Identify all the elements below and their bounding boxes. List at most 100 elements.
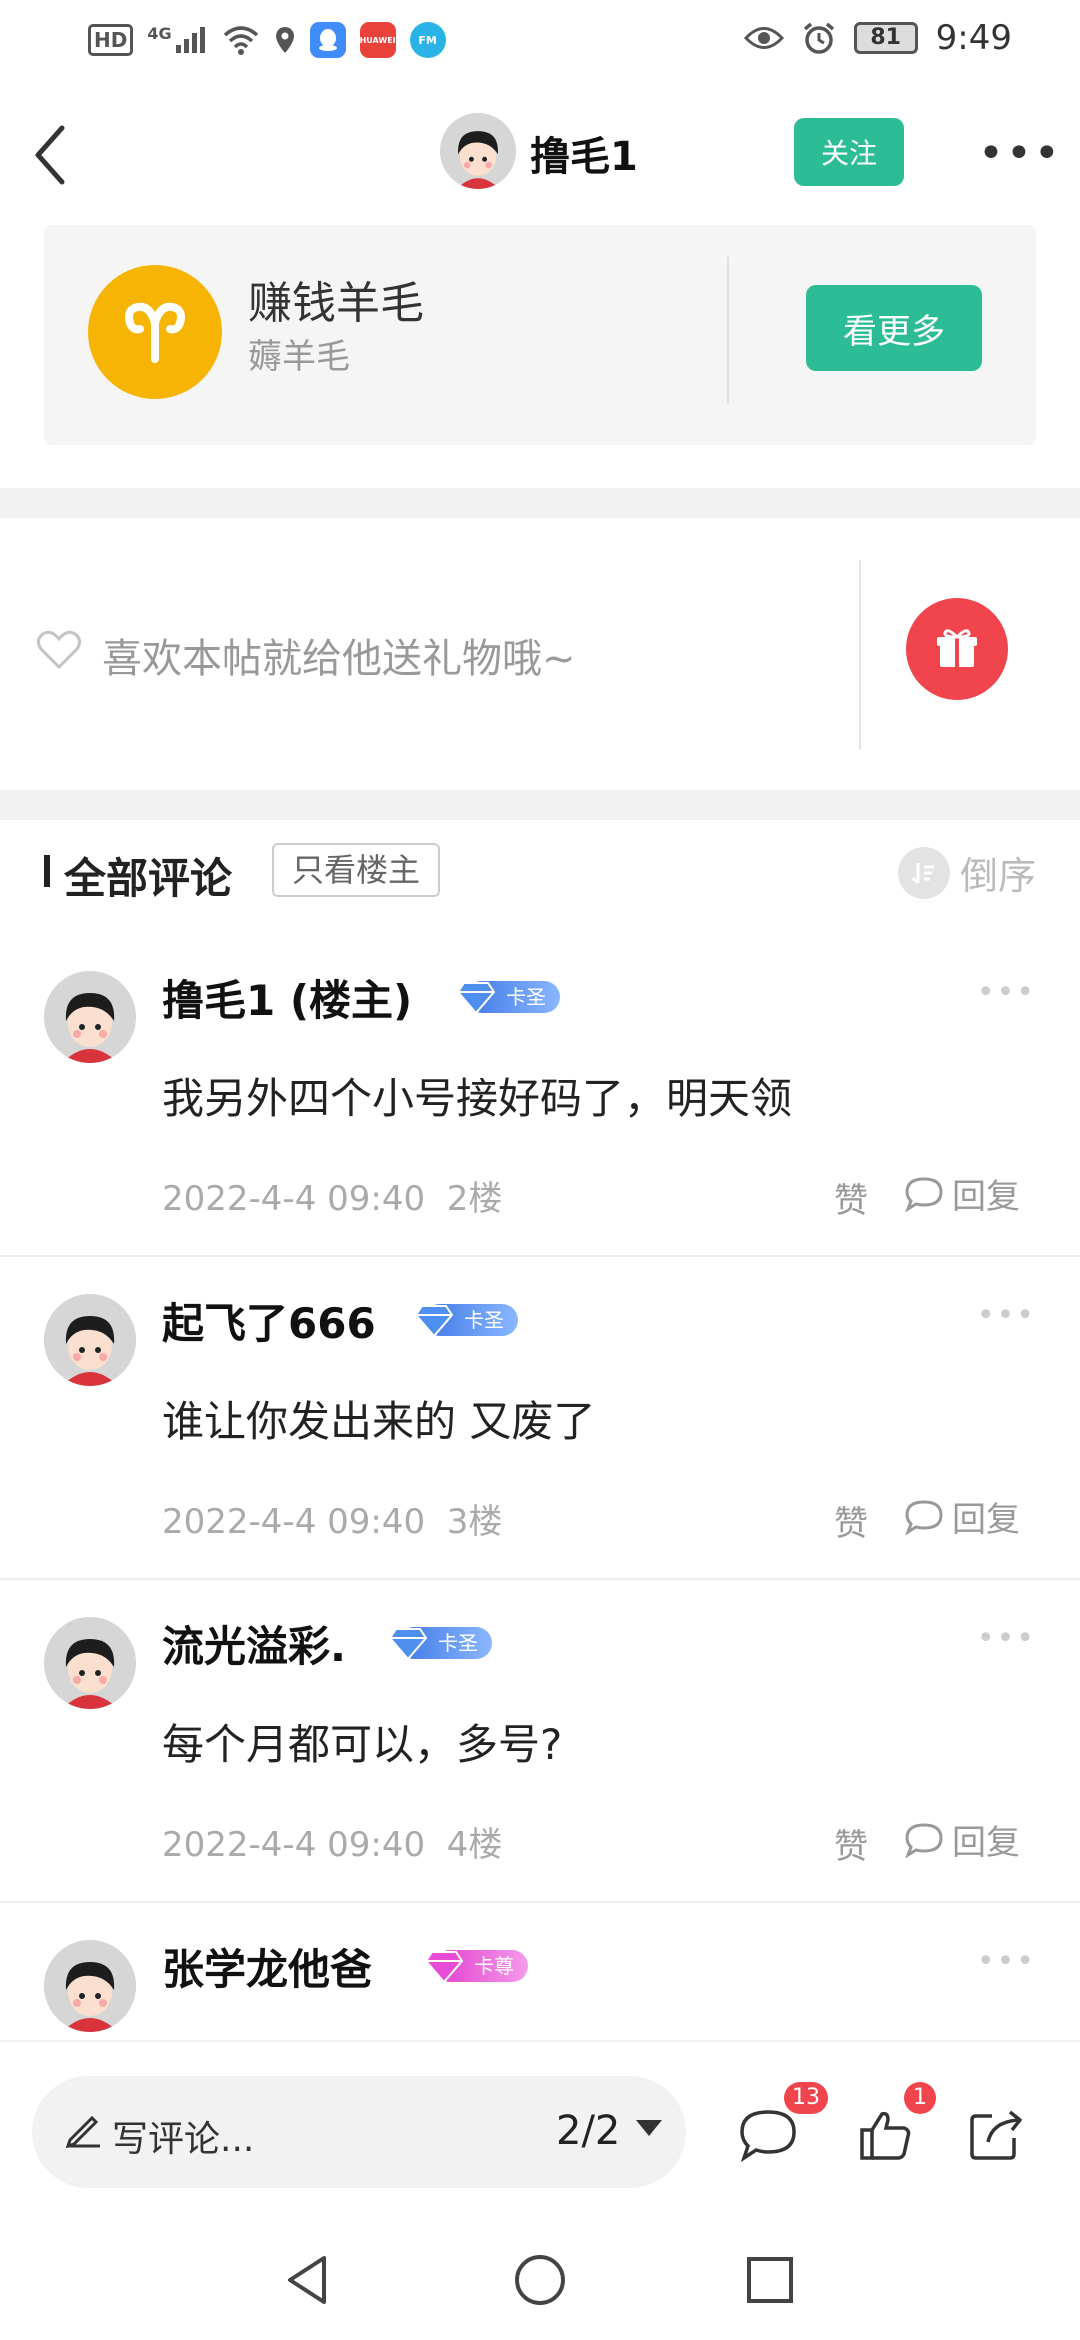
status-left: HD 4G HUAWEI FM: [88, 22, 446, 58]
commenter-name[interactable]: 起飞了666: [162, 1290, 376, 1351]
share-icon[interactable]: [968, 2108, 1024, 2162]
status-bar: HD 4G HUAWEI FM 81 9:49: [0, 0, 1080, 80]
eye-icon: [743, 27, 784, 49]
status-right: 81 9:49: [743, 18, 1012, 58]
nav-recents-icon[interactable]: [740, 2250, 800, 2310]
reply-icon: [905, 1822, 943, 1858]
gift-row: 喜欢本帖就给他送礼物哦~: [0, 520, 1080, 790]
write-comment-placeholder: 写评论...: [112, 2119, 255, 2160]
location-icon: [275, 27, 294, 53]
pencil-icon: [65, 2115, 100, 2148]
gift-prompt: 喜欢本帖就给他送礼物哦~: [102, 636, 576, 682]
comments-header: 全部评论 只看楼主 倒序: [0, 835, 1080, 915]
system-nav-bar: [0, 2220, 1080, 2340]
hd-indicator: HD: [88, 24, 134, 56]
like-button[interactable]: 赞: [834, 1173, 868, 1222]
nav-back-icon[interactable]: [278, 2250, 338, 2310]
level-badge: 卡圣: [456, 979, 560, 1015]
reply-icon: [905, 1499, 943, 1535]
heart-icon[interactable]: [36, 630, 82, 670]
post-header: 撸毛1 关注 •••: [0, 100, 1080, 210]
comment-more-icon[interactable]: •••: [977, 1621, 1036, 1656]
follow-button[interactable]: 关注: [794, 118, 904, 186]
reply-label: 回复: [952, 1500, 1020, 1540]
comment-more-icon[interactable]: •••: [977, 975, 1036, 1010]
section-divider: [0, 790, 1080, 820]
comment-floor: 2楼: [446, 1179, 503, 1219]
avatar[interactable]: [44, 1940, 136, 2032]
bottom-bar: 写评论... 2/2 13 1: [0, 2040, 1080, 2220]
avatar[interactable]: [44, 1617, 136, 1709]
comment-date: 2022-4-4 09:40: [162, 1179, 426, 1219]
network-label: 4G: [147, 23, 172, 43]
reply-button[interactable]: 回复: [904, 1169, 1020, 1218]
comment-date: 2022-4-4 09:40: [162, 1502, 426, 1542]
qq-icon: [309, 22, 346, 58]
status-time: 9:49: [935, 18, 1012, 58]
chevron-down-icon[interactable]: [636, 2120, 662, 2136]
fm-icon: FM: [409, 22, 446, 58]
thumbs-up-icon[interactable]: [858, 2108, 912, 2162]
commenter-name[interactable]: 撸毛1 (楼主): [162, 967, 412, 1028]
comment-more-icon[interactable]: •••: [977, 1944, 1036, 1979]
card-divider: [727, 257, 729, 403]
comment-text: 每个月都可以，多号?: [162, 1720, 563, 1769]
gift-button[interactable]: [906, 598, 1008, 700]
battery-indicator: 81: [853, 22, 918, 54]
section-divider: [0, 488, 1080, 518]
gift-icon: [937, 629, 977, 667]
diamond-icon: [424, 1951, 464, 1984]
comment-text: 谁让你发出来的 又废了: [162, 1397, 596, 1446]
level-badge: 卡尊: [424, 1948, 528, 1984]
reply-button[interactable]: 回复: [904, 1815, 1020, 1864]
comments-title: 全部评论: [64, 854, 233, 903]
comment-more-icon[interactable]: •••: [977, 1298, 1036, 1333]
sort-label: 倒序: [959, 854, 1036, 898]
wifi-icon: [223, 26, 258, 55]
level-badge: 卡圣: [388, 1625, 492, 1661]
diamond-icon: [414, 1305, 454, 1338]
community-subtitle: 薅羊毛: [248, 337, 350, 377]
author-avatar[interactable]: [440, 113, 516, 189]
reply-label: 回复: [952, 1177, 1020, 1217]
comment-item: 起飞了666 卡圣 ••• 谁让你发出来的 又废了 2022-4-4 09:40…: [0, 1258, 1080, 1580]
signal-icon: [175, 27, 205, 53]
sort-button[interactable]: 倒序: [897, 845, 1036, 900]
like-button[interactable]: 赞: [834, 1819, 868, 1868]
reply-label: 回复: [952, 1823, 1020, 1863]
community-name: 赚钱羊毛: [248, 278, 424, 329]
see-more-button[interactable]: 看更多: [806, 285, 982, 371]
reply-icon: [905, 1176, 943, 1212]
comment-floor: 4楼: [446, 1825, 503, 1865]
gift-divider: [859, 560, 861, 750]
comment-meta: 2022-4-4 09:40 2楼: [162, 1171, 502, 1220]
page-title: 撸毛1: [530, 134, 638, 180]
comment-meta: 2022-4-4 09:40 4楼: [162, 1817, 502, 1866]
comment-text: 我另外四个小号接好码了，明天领: [162, 1074, 793, 1123]
only-op-button[interactable]: 只看楼主: [272, 843, 441, 897]
avatar[interactable]: [44, 971, 136, 1063]
commenter-name[interactable]: 张学龙他爸: [162, 1936, 372, 1997]
section-marker: [44, 855, 50, 887]
more-options-icon[interactable]: •••: [978, 128, 1062, 179]
diamond-icon: [388, 1628, 428, 1661]
comment-meta: 2022-4-4 09:40 3楼: [162, 1494, 502, 1543]
nav-home-icon[interactable]: [510, 2250, 570, 2310]
aries-icon: [88, 265, 222, 399]
reply-button[interactable]: 回复: [904, 1492, 1020, 1541]
comment-date: 2022-4-4 09:40: [162, 1825, 426, 1865]
like-button[interactable]: 赞: [834, 1496, 868, 1545]
comment-icon[interactable]: [738, 2108, 798, 2162]
diamond-icon: [456, 982, 496, 1015]
page-indicator[interactable]: 2/2: [556, 2108, 620, 2154]
comment-floor: 3楼: [446, 1502, 503, 1542]
write-comment-input[interactable]: 写评论... 2/2: [32, 2076, 686, 2188]
comment-item: 流光溢彩. 卡圣 ••• 每个月都可以，多号? 2022-4-4 09:40 4…: [0, 1581, 1080, 1903]
avatar[interactable]: [44, 1294, 136, 1386]
like-count-badge: 1: [904, 2082, 936, 2114]
alarm-icon: [803, 22, 834, 54]
comment-count-badge: 13: [784, 2082, 828, 2114]
back-arrow-icon[interactable]: [26, 120, 76, 190]
community-card[interactable]: 赚钱羊毛 薅羊毛 看更多: [44, 225, 1036, 445]
commenter-name[interactable]: 流光溢彩.: [162, 1613, 346, 1674]
